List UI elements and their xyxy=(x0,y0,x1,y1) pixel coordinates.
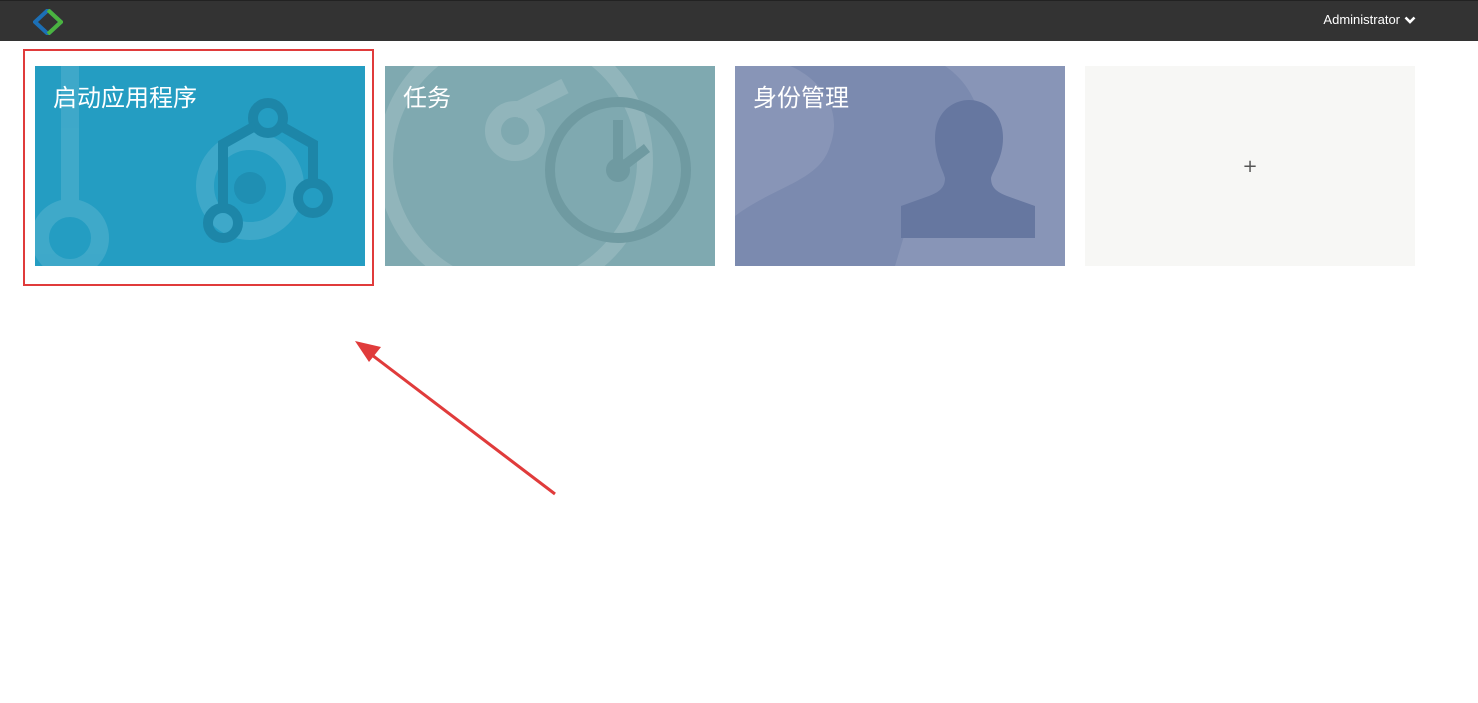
chevron-down-icon xyxy=(1404,16,1416,24)
tile-tasks[interactable]: 任务 xyxy=(385,66,715,266)
tile-title: 任务 xyxy=(403,84,451,112)
tile-title: 身份管理 xyxy=(753,84,849,112)
user-name-label: Administrator xyxy=(1323,12,1400,27)
top-navigation-bar: Administrator xyxy=(0,0,1478,41)
diamond-logo-icon[interactable] xyxy=(33,9,63,35)
tile-launch-apps[interactable]: 启动应用程序 xyxy=(35,66,365,266)
plus-icon: + xyxy=(1242,155,1258,177)
tile-identity-management[interactable]: 身份管理 xyxy=(735,66,1065,266)
user-menu[interactable]: Administrator xyxy=(1323,12,1416,27)
tile-title: 启动应用程序 xyxy=(53,84,197,112)
tile-add[interactable]: + xyxy=(1085,66,1415,266)
